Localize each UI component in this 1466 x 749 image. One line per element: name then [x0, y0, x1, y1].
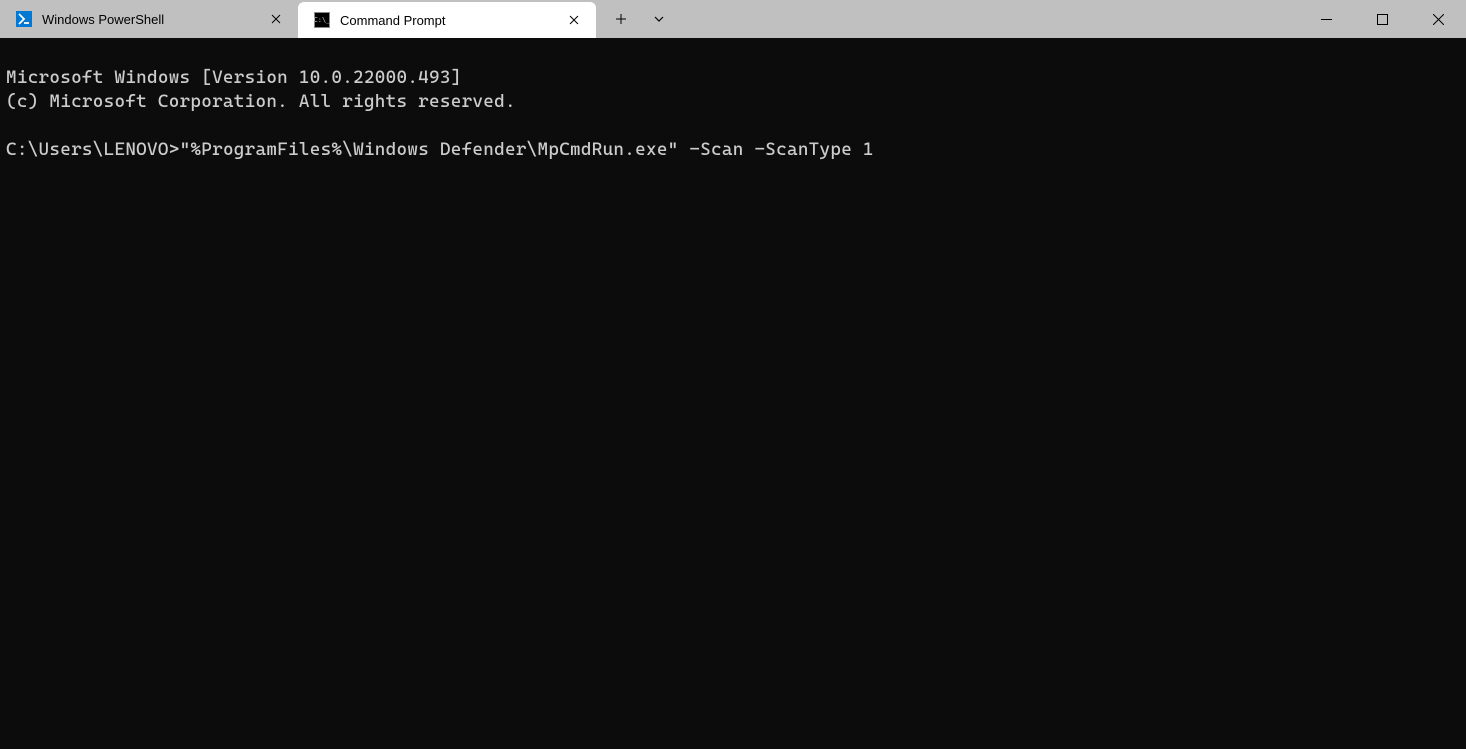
maximize-button[interactable] [1354, 0, 1410, 38]
command-text: "%ProgramFiles%\Windows Defender\MpCmdRu… [180, 139, 874, 160]
minimize-button[interactable] [1298, 0, 1354, 38]
tabs-container: Windows PowerShell C:\_ Command Prompt [0, 0, 596, 38]
tab-close-button[interactable] [564, 10, 584, 30]
titlebar: Windows PowerShell C:\_ Command Prompt [0, 0, 1466, 38]
powershell-icon [16, 11, 32, 27]
terminal-line: Microsoft Windows [Version 10.0.22000.49… [6, 67, 462, 88]
terminal-output[interactable]: Microsoft Windows [Version 10.0.22000.49… [0, 38, 1466, 749]
tab-dropdown-button[interactable] [642, 4, 676, 34]
tab-powershell[interactable]: Windows PowerShell [0, 0, 298, 38]
tab-close-button[interactable] [266, 9, 286, 29]
tab-title: Command Prompt [340, 13, 554, 28]
new-tab-button[interactable] [604, 4, 638, 34]
tab-title: Windows PowerShell [42, 12, 256, 27]
tab-controls [596, 0, 684, 38]
titlebar-drag-area[interactable] [684, 0, 1298, 38]
terminal-prompt-line: C:\Users\LENOVO>"%ProgramFiles%\Windows … [6, 139, 874, 160]
cmd-icon: C:\_ [314, 12, 330, 28]
terminal-line: (c) Microsoft Corporation. All rights re… [6, 91, 516, 112]
window-controls [1298, 0, 1466, 38]
tab-command-prompt[interactable]: C:\_ Command Prompt [298, 2, 596, 38]
prompt: C:\Users\LENOVO> [6, 139, 180, 160]
close-window-button[interactable] [1410, 0, 1466, 38]
